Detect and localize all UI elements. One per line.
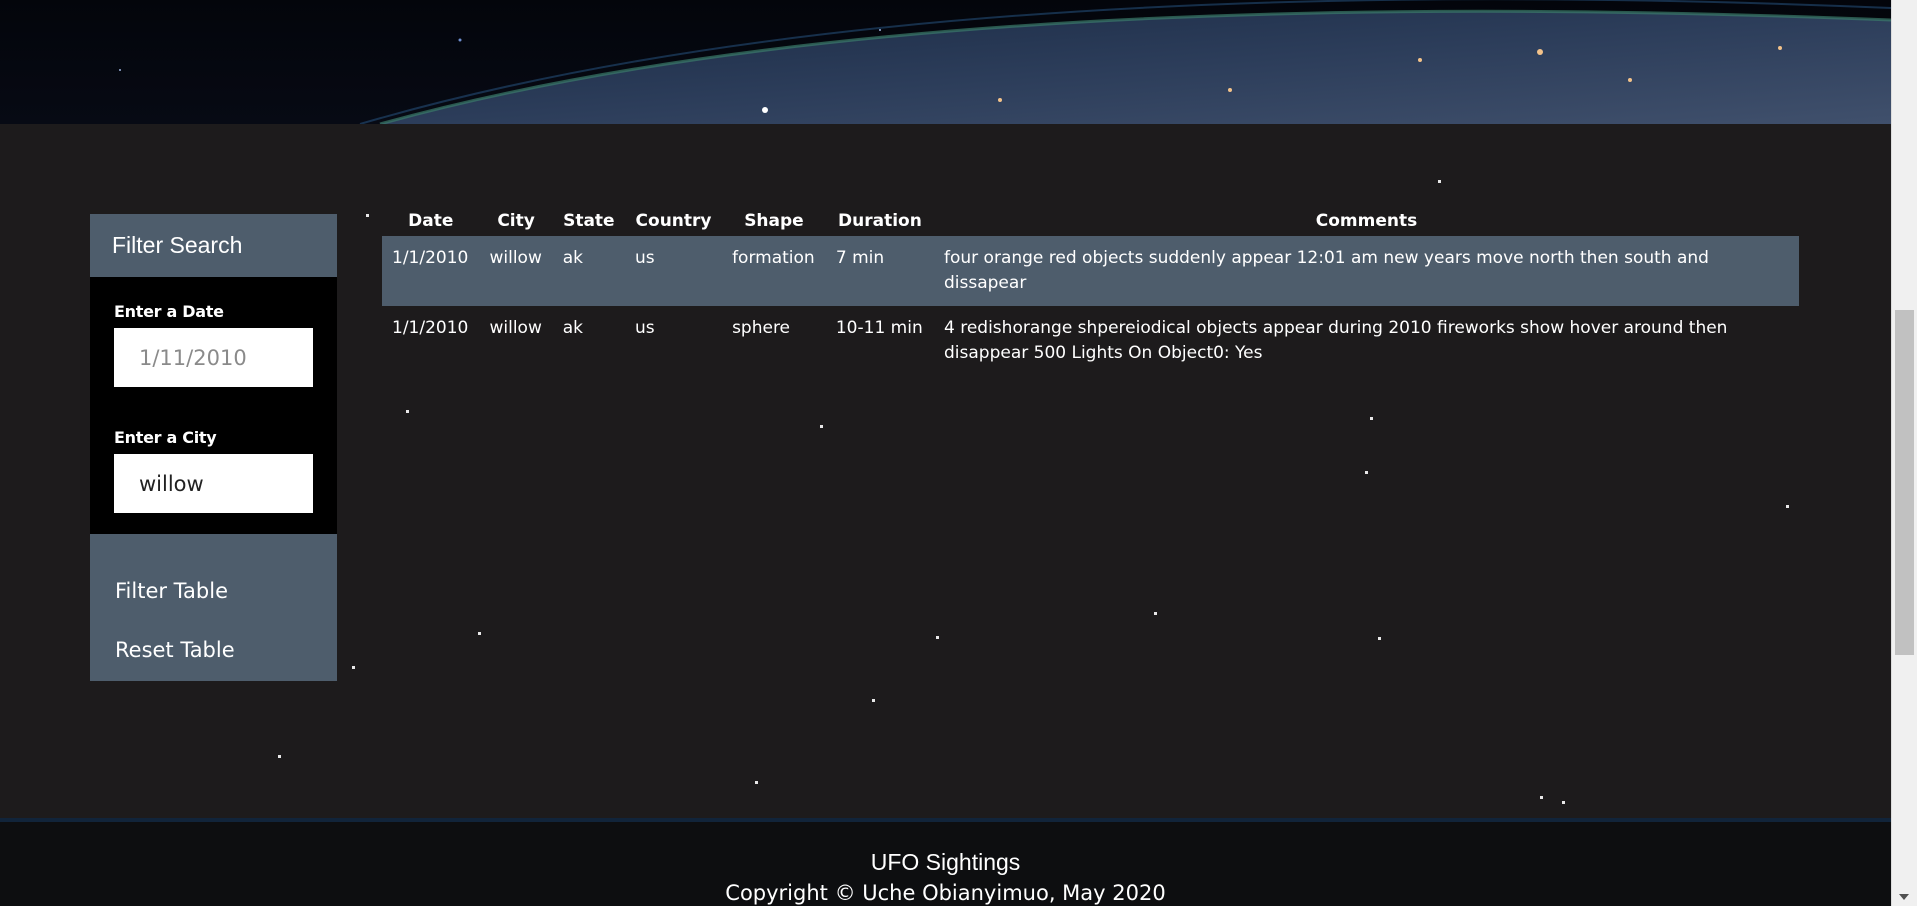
star-dot bbox=[755, 781, 758, 784]
filter-actions: Filter Table Reset Table bbox=[90, 534, 337, 681]
cell-duration: 7 min bbox=[825, 236, 934, 306]
table-header-row: Date City State Country Shape Duration C… bbox=[382, 206, 1799, 236]
footer-copyright: Copyright © Uche Obianyimuo, May 2020 bbox=[725, 881, 1166, 905]
filter-table-button[interactable]: Filter Table bbox=[90, 572, 337, 631]
star-dot bbox=[936, 636, 939, 639]
star-dot bbox=[1378, 637, 1381, 640]
star-dot bbox=[1370, 417, 1373, 420]
cell-date: 1/1/2010 bbox=[392, 318, 469, 338]
star-dot bbox=[1438, 180, 1441, 183]
column-header-state: State bbox=[563, 211, 615, 231]
footer-title: UFO Sightings bbox=[870, 849, 1021, 875]
city-input[interactable] bbox=[114, 454, 313, 513]
cell-comments: four orange red objects suddenly appear … bbox=[934, 236, 1799, 306]
star-dot bbox=[820, 425, 823, 428]
earth-banner-image bbox=[0, 0, 1891, 124]
city-field-label: Enter a City bbox=[114, 428, 217, 447]
star-dot bbox=[1786, 505, 1789, 508]
vertical-scrollbar[interactable] bbox=[1891, 0, 1917, 906]
star-dot bbox=[1540, 796, 1543, 799]
star-dot bbox=[1562, 801, 1565, 804]
ufo-table-container: Date City State Country Shape Duration C… bbox=[382, 206, 1799, 376]
scrollbar-thumb[interactable] bbox=[1895, 310, 1914, 655]
column-header-city: City bbox=[497, 211, 535, 231]
filter-panel-title: Filter Search bbox=[90, 214, 337, 277]
column-header-date: Date bbox=[408, 211, 454, 231]
star-dot bbox=[352, 666, 355, 669]
cell-shape: sphere bbox=[732, 318, 791, 338]
footer: UFO Sightings Copyright © Uche Obianyimu… bbox=[0, 818, 1891, 906]
star-dot bbox=[366, 214, 369, 217]
star-dot bbox=[478, 632, 481, 635]
column-header-duration: Duration bbox=[838, 211, 922, 231]
scroll-down-arrow-icon[interactable] bbox=[1899, 894, 1909, 900]
ufo-sightings-table: Date City State Country Shape Duration C… bbox=[382, 206, 1799, 376]
page: Filter Search Enter a Date Enter a City … bbox=[0, 0, 1917, 906]
table-row: 1/1/2010 willow ak us sphere 10-11 min 4… bbox=[382, 306, 1799, 376]
cell-city: willow bbox=[489, 318, 542, 338]
date-input[interactable] bbox=[114, 328, 313, 387]
star-dot bbox=[1154, 612, 1157, 615]
cell-state: ak bbox=[562, 318, 583, 338]
star-dot bbox=[406, 410, 409, 413]
cell-country: us bbox=[635, 318, 655, 338]
cell-country: us bbox=[625, 236, 723, 306]
filter-form: Enter a Date Enter a City bbox=[90, 277, 337, 534]
reset-table-button[interactable]: Reset Table bbox=[90, 631, 337, 690]
cell-date: 1/1/2010 bbox=[382, 236, 480, 306]
cell-state: ak bbox=[552, 236, 625, 306]
column-header-country: Country bbox=[635, 211, 712, 231]
star-dot bbox=[1365, 471, 1368, 474]
filter-panel: Filter Search Enter a Date Enter a City … bbox=[90, 214, 337, 681]
star-dot bbox=[872, 699, 875, 702]
star-dot bbox=[278, 755, 281, 758]
cell-city: willow bbox=[479, 236, 553, 306]
column-header-shape: Shape bbox=[744, 211, 804, 231]
table-row: 1/1/2010 willow ak us formation 7 min fo… bbox=[382, 236, 1799, 306]
cell-comments: 4 redishorange shpereiodical objects app… bbox=[944, 318, 1728, 363]
cell-duration: 10-11 min bbox=[835, 318, 923, 338]
column-header-comments: Comments bbox=[1315, 211, 1418, 231]
date-field-label: Enter a Date bbox=[114, 302, 224, 321]
cell-shape: formation bbox=[722, 236, 826, 306]
